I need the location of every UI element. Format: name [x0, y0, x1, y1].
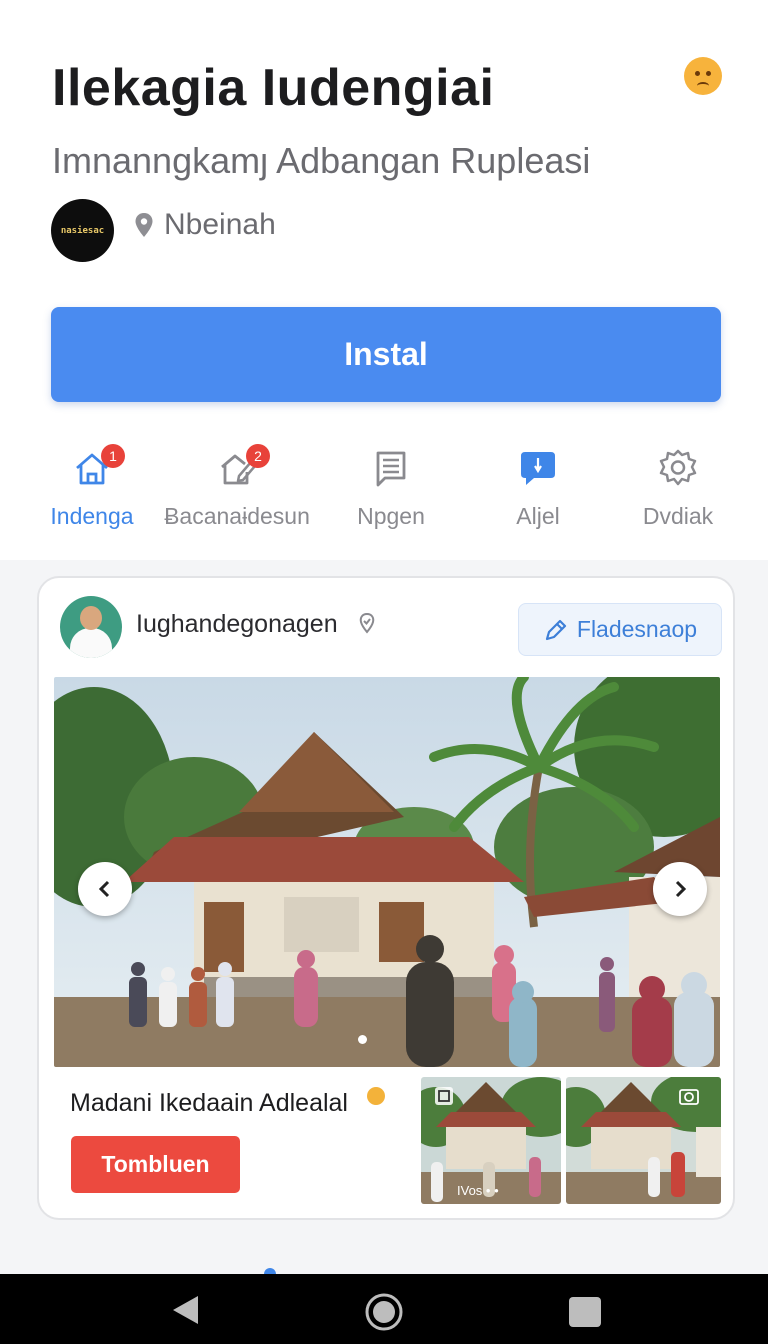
avatar[interactable] — [60, 596, 122, 658]
system-nav-bar — [0, 1274, 768, 1344]
verified-icon — [359, 612, 375, 634]
nav-bar: 1 Indenga 2 Ƀacanaɨdesun Npgen Aljel Dvd… — [0, 440, 768, 540]
action-button[interactable]: Tombluen — [71, 1136, 240, 1193]
app-header: Ilekagia Iudengiai Imnanngkamȷ Adbangan … — [0, 0, 768, 560]
next-arrow-button[interactable] — [653, 862, 707, 916]
camera-icon — [679, 1089, 699, 1105]
thumbnail-label: IVos • • — [457, 1183, 499, 1198]
gear-icon — [659, 449, 697, 486]
location: Nbeinah — [134, 208, 276, 242]
pen-icon — [545, 619, 566, 640]
follow-button[interactable]: Fladesnaop — [518, 603, 722, 656]
nav-item-bacanaidesun[interactable]: 2 Ƀacanaɨdesun — [162, 440, 312, 540]
thumbnail-1[interactable]: IVos • • — [421, 1077, 561, 1204]
developer-logo[interactable]: nasiesac — [51, 199, 114, 262]
app-subtitle: Imnanngkamȷ Adbangan Rupleasi — [52, 140, 591, 181]
carousel-indicator — [358, 1035, 367, 1044]
chevron-right-icon — [675, 880, 687, 898]
nav-item-label: Npgen — [357, 503, 425, 529]
home-circle-icon[interactable] — [365, 1293, 403, 1331]
nav-item-npgen[interactable]: Npgen — [316, 440, 466, 540]
post-image[interactable] — [54, 677, 720, 1067]
chat-bubble-icon — [521, 452, 555, 485]
location-pin-icon — [135, 213, 153, 237]
nav-item-label: Indenga — [50, 503, 134, 529]
nav-item-aljel[interactable]: Aljel — [463, 440, 613, 540]
nav-badge: 2 — [246, 444, 270, 468]
location-text: Nbeinah — [164, 208, 276, 241]
nav-badge: 1 — [101, 444, 125, 468]
prev-arrow-button[interactable] — [78, 862, 132, 916]
emoji-badge-icon — [367, 1087, 385, 1105]
nav-item-label: Ƀacanaɨdesun — [164, 503, 310, 529]
back-triangle-icon[interactable] — [170, 1294, 200, 1326]
recents-square-icon[interactable] — [568, 1296, 602, 1328]
post-caption: Madani Ikedaain Adlealal — [70, 1089, 348, 1117]
post-footer: Madani Ikedaain Adlealal Tombluen IVos •… — [54, 1067, 721, 1204]
install-button[interactable]: Instal — [51, 307, 721, 402]
app-title: Ilekagia Iudengiai — [52, 59, 495, 117]
nav-item-indenga[interactable]: 1 Indenga — [17, 440, 167, 540]
nav-item-dvdiak[interactable]: Dvdiak — [603, 440, 753, 540]
post-author[interactable]: Iughandegonagen — [136, 610, 338, 639]
worried-face-icon[interactable] — [684, 57, 722, 95]
post-card[interactable]: Iughandegonagen Fladesnaop Madani Ikedaa… — [37, 576, 735, 1220]
village-house-photo — [54, 677, 720, 1067]
nav-item-label: Dvdiak — [642, 503, 714, 529]
nav-item-label: Aljel — [516, 503, 560, 529]
gallery-icon — [435, 1087, 453, 1105]
document-icon — [376, 451, 406, 487]
follow-label: Fladesnaop — [576, 616, 698, 642]
thumbnail-2[interactable] — [566, 1077, 721, 1204]
chevron-left-icon — [98, 880, 110, 898]
